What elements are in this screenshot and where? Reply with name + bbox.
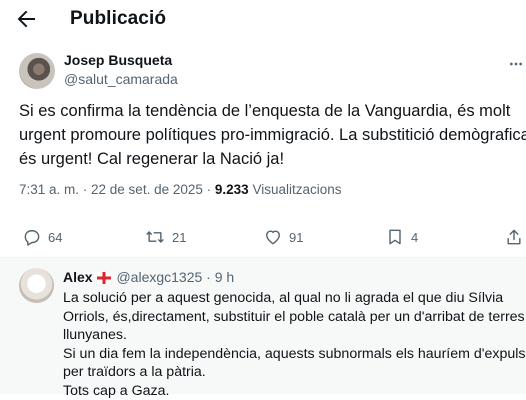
author-avatar[interactable]	[19, 53, 55, 89]
repost-icon	[144, 227, 166, 247]
post-timestamp[interactable]: 7:31 a. m. · 22 de set. de 2025 ·	[19, 182, 211, 197]
share-button[interactable]	[504, 226, 526, 248]
author-name[interactable]: Josep Busqueta	[64, 52, 172, 68]
reply-author-handle-time[interactable]: @alexgc1325 · 9 h	[116, 269, 234, 285]
bookmark-count: 4	[411, 230, 418, 245]
england-flag-icon	[97, 272, 111, 284]
reply-count: 64	[48, 230, 62, 245]
reply-text-line: La solució per a aquest genocida, al qua…	[63, 289, 525, 308]
bookmark-icon	[385, 227, 405, 247]
reply-text-line: llunyanes.	[63, 326, 525, 345]
post-text-line: és urgent! Cal regenerar la Nació ja!	[19, 147, 524, 171]
action-bar: 64 21 91 4	[0, 226, 526, 248]
reply-text-line: Si un dia fem la independència, aquests …	[63, 345, 525, 364]
more-dots-icon[interactable]	[508, 56, 524, 72]
post-text: Si es confirma la tendència de l’enquest…	[19, 99, 524, 171]
bookmark-button[interactable]: 4	[385, 226, 418, 248]
views-label: Visualitzacions	[252, 182, 341, 197]
page-title: Publicació	[70, 8, 166, 30]
post-text-line: Si es confirma la tendència de l’enquest…	[19, 99, 524, 123]
reply-author-avatar[interactable]	[19, 268, 54, 303]
like-count: 91	[289, 230, 303, 245]
repost-button[interactable]: 21	[144, 226, 186, 248]
repost-count: 21	[172, 230, 186, 245]
views-count: 9.233	[215, 182, 249, 197]
share-icon	[504, 227, 524, 247]
reply-bubble-icon	[22, 227, 42, 247]
post-text-line: urgent promoure polítiques pro-immigraci…	[19, 123, 524, 147]
reply-header: Alex @alexgc1325 · 9 h	[63, 269, 234, 285]
like-button[interactable]: 91	[263, 226, 303, 248]
reply-text-line: Tots cap a Gaza.	[63, 382, 525, 400]
post-meta: 7:31 a. m. · 22 de set. de 2025 · 9.233 …	[19, 182, 342, 197]
reply-text: La solució per a aquest genocida, al qua…	[63, 289, 525, 400]
reply-author-name[interactable]: Alex	[63, 269, 93, 285]
reply-button[interactable]: 64	[22, 226, 62, 248]
reply-text-line: Orriols, és,directament, substituir el p…	[63, 308, 525, 327]
heart-icon	[263, 227, 283, 247]
arrow-left-icon[interactable]	[14, 7, 38, 31]
author-handle[interactable]: @salut_camarada	[64, 71, 178, 87]
top-bar: Publicació	[0, 0, 526, 38]
reply-text-line: per traïdors a la pàtria.	[63, 363, 525, 382]
